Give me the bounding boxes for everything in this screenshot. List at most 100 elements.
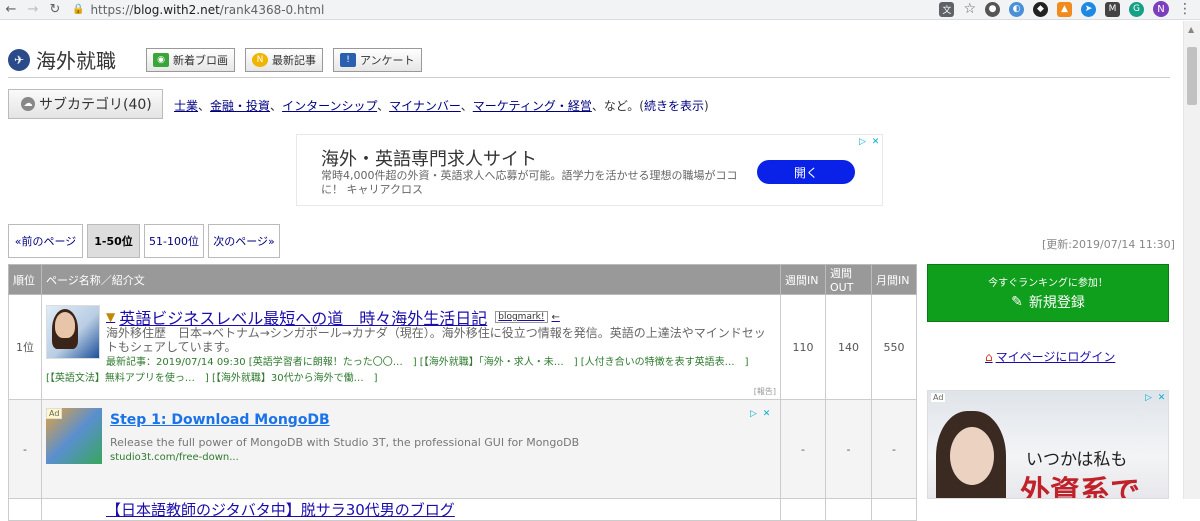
blog-title-link[interactable]: 【日本語教師のジタバタ中】脱サラ30代男のブログ	[41, 498, 781, 521]
site-title[interactable]: 海外就職	[36, 45, 116, 74]
ranking-table: 順位 ページ名称／紹介文 週間IN 週間OUT 月間IN 1位 ▼ 英語ビジネス…	[8, 264, 917, 521]
new-images-button[interactable]: ◉ 新着ブロ画	[146, 47, 235, 72]
arrow-indicator: ←	[551, 311, 560, 323]
ad-info-icon[interactable]: ▷	[748, 408, 759, 419]
site-logo-icon[interactable]: ✈	[8, 48, 30, 71]
header-page-name: ページ名称／紹介文	[41, 264, 781, 295]
subcategory-link[interactable]: インターンシップ	[282, 99, 377, 113]
extension-icon[interactable]: ◐	[1009, 1, 1024, 17]
week-in-cell: 110	[780, 294, 826, 400]
exclamation-icon: !	[340, 52, 356, 67]
register-button[interactable]: 今すぐランキングに参加！ ✎ 新規登録	[927, 264, 1169, 322]
next-page-button[interactable]: 次のページ»	[208, 224, 280, 258]
banner-ad-open-button[interactable]: 開く	[757, 160, 855, 184]
subcategory-link[interactable]: マーケティング・経営	[473, 99, 592, 113]
report-link[interactable]: [報告]	[754, 386, 776, 397]
latest-articles[interactable]: 最新記事：2019/07/14 09:30 [英語学習者に朗報！たった〇〇… ]…	[106, 356, 796, 369]
page-51-100-button[interactable]: 51-100位	[144, 224, 204, 258]
ad-url[interactable]: studio3t.com/free-down...	[110, 452, 239, 463]
rank-cell: -	[8, 399, 42, 499]
banner-ad-description: 常時4,000件超の外資・英語求人へ応募が可能。語学力を活かせる理想の職場がココ…	[321, 169, 738, 196]
cloud-icon: ☁	[21, 97, 35, 111]
subcategory-button[interactable]: ☁ サブカテゴリ(40)	[8, 89, 163, 119]
survey-button[interactable]: ! アンケート	[333, 47, 422, 72]
ad-choices[interactable]: ▷ ✕	[748, 408, 772, 419]
ad-tag: Ad	[46, 408, 63, 419]
pager: «前のページ 1-50位 51-100位 次のページ»	[8, 224, 280, 258]
ad-close-icon[interactable]: ✕	[870, 136, 881, 147]
month-in-cell: -	[871, 399, 917, 499]
table-header-row: 順位 ページ名称／紹介文 週間IN 週間OUT 月間IN	[8, 264, 917, 295]
header-month-in: 月間IN	[871, 264, 917, 295]
ad-choices[interactable]: ▷ ✕	[857, 136, 881, 147]
blog-description: 海外移住歴 日本→ベトナム→シンガポール→カナダ（現在）。海外移住に役立つ情報を…	[106, 326, 766, 354]
extension-icon[interactable]: G	[1129, 1, 1144, 17]
register-button-caption: 今すぐランキングに参加！	[988, 278, 1108, 289]
sidebar-ad[interactable]: Ad ▷ ✕ いつかは私も 外資系で	[927, 390, 1169, 499]
header-week-out: 週間OUT	[825, 264, 872, 295]
url-host: blog.with2.net	[133, 2, 220, 17]
blog-thumbnail[interactable]	[46, 305, 100, 359]
back-icon[interactable]: ←	[0, 0, 22, 20]
new-badge-icon: N	[252, 52, 268, 67]
subcategory-link[interactable]: 士業	[174, 99, 198, 113]
show-more-link[interactable]: 続きを表示	[644, 99, 704, 113]
sidebar-ad-line2: 外資系で	[1020, 475, 1140, 499]
extension-icon[interactable]: ●	[985, 1, 1000, 17]
translate-icon[interactable]: 文	[939, 1, 955, 17]
ad-info-icon[interactable]: ▷	[1143, 392, 1154, 403]
table-row-ad: - Ad ▷ ✕ Step 1: Download MongoDB Releas…	[8, 399, 917, 499]
trophy-icon: ▼	[106, 310, 116, 324]
extension-icon[interactable]: ➤	[1081, 1, 1096, 17]
prev-page-button[interactable]: «前のページ	[8, 224, 83, 258]
header-rank: 順位	[8, 264, 42, 295]
lock-icon: 🔒	[72, 4, 85, 15]
scrollbar-thumb[interactable]	[1187, 47, 1197, 105]
latest-articles-button[interactable]: N 最新記事	[245, 47, 323, 72]
ad-close-icon[interactable]: ✕	[1156, 392, 1167, 403]
register-button-label: 新規登録	[1028, 295, 1085, 311]
blogmark-button[interactable]: blogmark!	[495, 311, 548, 323]
camera-icon: ◉	[153, 52, 169, 67]
table-row: 1位 ▼ 英語ビジネスレベル最短への道 時々海外生活日記 blogmark! ←…	[8, 294, 917, 400]
updated-timestamp: [更新:2019/07/14 11:30]	[1042, 238, 1175, 251]
url-protocol: https://	[90, 2, 134, 17]
bookmark-star-icon[interactable]: ☆	[963, 1, 976, 17]
extension-icon[interactable]: ▲	[1057, 1, 1072, 17]
scrollbar[interactable]: ▲	[1183, 21, 1200, 499]
browser-toolbar: ← → ↻ 🔒 https://blog.with2.net/rank4368-…	[0, 0, 1200, 20]
address-bar[interactable]: 🔒 https://blog.with2.net/rank4368-0.html	[72, 1, 852, 19]
subcategory-link[interactable]: マイナンバー	[389, 99, 461, 113]
url-path: /rank4368-0.html	[219, 2, 325, 17]
header-week-in: 週間IN	[780, 264, 826, 295]
ad-body: Release the full power of MongoDB with S…	[110, 436, 580, 449]
banner-ad[interactable]: ▷ ✕ 海外・英語専門求人サイト 常時4,000件超の外資・英語求人へ応募が可能…	[296, 134, 883, 206]
profile-avatar[interactable]: N	[1153, 1, 1169, 17]
menu-icon[interactable]: ⋮	[1178, 2, 1192, 16]
scroll-up-icon[interactable]: ▲	[1188, 25, 1194, 34]
more-articles[interactable]: [【英語文法】無料アプリを使っ… ] [【海外就職】30代から海外で働… ]	[46, 369, 776, 384]
subcategory-link[interactable]: 金融・投資	[210, 99, 270, 113]
subcategory-links: 士業、金融・投資、インターンシップ、マイナンバー、マーケティング・経営、など。(…	[174, 99, 709, 113]
banner-ad-title[interactable]: 海外・英語専門求人サイト	[321, 145, 537, 171]
ad-tag: Ad	[931, 393, 946, 402]
current-page-indicator: 1-50位	[87, 224, 140, 258]
home-icon: ⌂	[985, 349, 993, 364]
ad-close-icon[interactable]: ✕	[761, 408, 772, 419]
reload-icon[interactable]: ↻	[44, 0, 66, 20]
forward-icon[interactable]: →	[22, 0, 44, 20]
week-in-cell: -	[780, 399, 826, 499]
pen-icon: ✎	[1011, 294, 1023, 310]
week-out-cell: -	[825, 399, 872, 499]
gmail-icon[interactable]: M	[1105, 1, 1120, 17]
ad-info-icon[interactable]: ▷	[857, 136, 868, 147]
extension-icon[interactable]: ◆	[1033, 1, 1048, 17]
week-out-cell: 140	[825, 294, 872, 400]
ad-choices[interactable]: ▷ ✕	[1143, 392, 1167, 403]
mypage-login-link[interactable]: ⌂ マイページにログイン	[985, 348, 1115, 365]
month-in-cell: 550	[871, 294, 917, 400]
table-row: 【日本語教師のジタバタ中】脱サラ30代男のブログ	[8, 498, 917, 521]
rank-cell: 1位	[8, 294, 42, 400]
ad-title-link[interactable]: Step 1: Download MongoDB	[110, 412, 330, 428]
site-header: ✈ 海外就職 ◉ 新着ブロ画 N 最新記事 ! アンケート	[8, 42, 1170, 78]
